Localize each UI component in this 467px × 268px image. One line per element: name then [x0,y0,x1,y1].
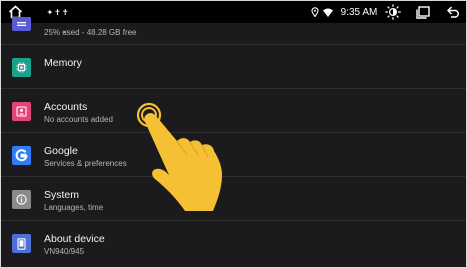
device-icon [12,234,31,253]
status-clock: 9:35 AM [340,6,378,18]
brightness-icon[interactable] [385,1,401,23]
storage-icon [12,17,31,31]
google-subtitle: Services & preferences [44,159,127,168]
settings-item-storage[interactable]: ¸ 25% used - 48.28 GB free [1,17,466,45]
storage-subtitle: 25% used - 48.28 GB free [44,28,137,37]
settings-item-about-device[interactable]: About device VN940/945 [1,221,466,265]
wifi-icon [322,1,334,23]
google-title: Google [44,145,78,157]
status-bar: ✦✝✝ 9:35 AM [1,1,466,23]
recents-icon[interactable] [415,1,431,23]
back-icon[interactable] [446,1,462,23]
accounts-icon [12,102,31,121]
memory-title: Memory [44,57,82,69]
accounts-title: Accounts [44,101,88,113]
system-subtitle: Languages, time [44,203,104,212]
settings-item-memory[interactable]: Memory [1,45,466,89]
memory-chip-icon [12,58,31,77]
tap-gesture-hand-icon [136,102,222,211]
info-icon [12,190,31,209]
pointing-hand [144,113,222,211]
google-g-icon [12,146,31,165]
notification-icons: ✦✝✝ [46,7,70,17]
location-icon [310,1,320,23]
about-device-title: About device [44,233,105,245]
system-title: System [44,189,80,201]
about-device-subtitle: VN940/945 [44,247,85,256]
accounts-subtitle: No accounts added [44,115,113,124]
settings-screen: ✦✝✝ 9:35 AM ¸ 25% used - 48.28 GB free M… [0,0,467,268]
